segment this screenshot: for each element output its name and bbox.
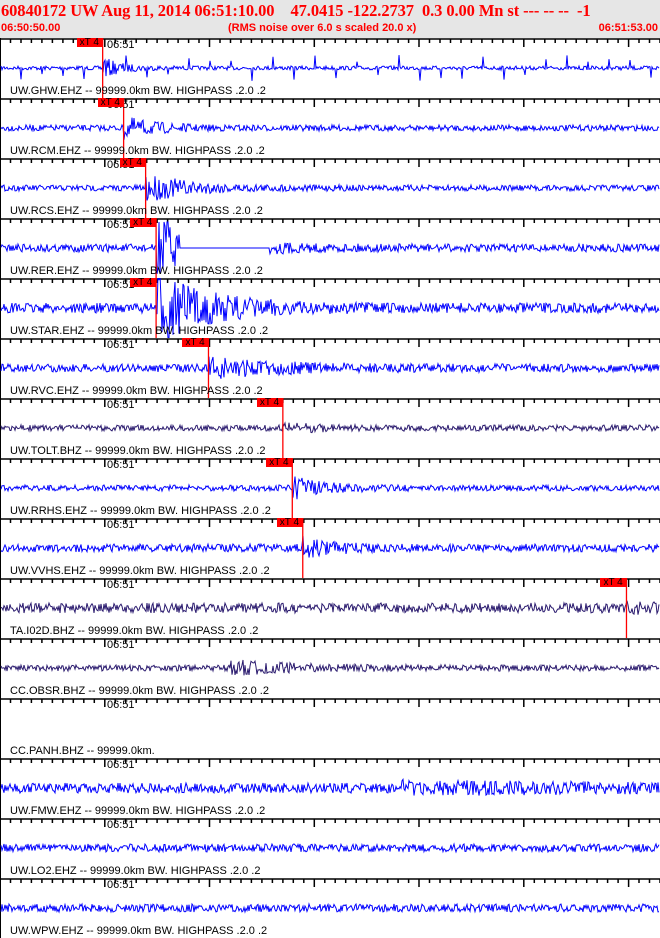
trace-panel: 06:51 UW.STAR.EHZ -- 99999.0km BW. HIGHPA… <box>0 278 660 338</box>
time-axis-ticks <box>0 158 660 167</box>
time-axis-ticks <box>0 578 660 587</box>
waveform-trace <box>0 842 660 854</box>
trace-panel: 06:51UW.RCS.EHZ -- 99999.0km BW. HIGHPAS… <box>0 158 660 218</box>
minute-label: 06:51 <box>107 579 135 591</box>
seismogram-panels: 06:51 UW.GHW.EHZ -- 99999.0km BW. HIGHPAS… <box>0 38 660 938</box>
pick-marker[interactable]: xT 4 <box>119 158 146 168</box>
channel-label: UW.TOLT.BHZ -- 99999.0km BW. HIGHPASS .2… <box>10 445 266 457</box>
minute-label: 06:51 <box>107 699 135 711</box>
trace-panel: 06:51 CC.OBSR.BHZ -- 99999.0km BW. HIGHPA… <box>0 638 660 698</box>
channel-label: UW.RER.EHZ -- 99999.0km BW. HIGHPASS .2.… <box>10 265 263 277</box>
pick-marker[interactable]: xT 4 <box>276 518 303 528</box>
pick-marker[interactable]: xT 4 <box>182 338 209 348</box>
trace-panel: 06:51 UW.RRHS.EHZ -- 99999.0km BW. HIGHPA… <box>0 458 660 518</box>
channel-label: UW.RVC.EHZ -- 99999.0km BW. HIGHPASS .2.… <box>10 385 263 397</box>
time-axis-ticks <box>0 818 660 827</box>
trace-panel: 06:51 CC.PANH.BHZ -- 99999.0km. <box>0 698 660 758</box>
waveform-trace <box>0 778 660 797</box>
start-time: 06:50:50.00 <box>1 22 61 34</box>
pick-marker[interactable]: xT 4 <box>256 398 283 408</box>
minute-label: 06:51 <box>107 639 135 651</box>
trace-panel: 06:51 UW.VVHS.EHZ -- 99999.0km BW. HIGHPA… <box>0 518 660 578</box>
time-axis-ticks <box>0 398 660 407</box>
waveform-trace <box>0 600 660 616</box>
waveform-trace <box>0 476 660 500</box>
channel-label: UW.FMW.EHZ -- 99999.0km BW. HIGHPASS .2.… <box>10 805 266 817</box>
channel-label: UW.WPW.EHZ -- 99999.0km BW. HIGHPASS .2.… <box>10 925 268 937</box>
channel-label: UW.LO2.EHZ -- 99999.0km BW. HIGHPASS .2.… <box>10 865 261 877</box>
waveform-trace <box>0 117 660 140</box>
waveform-trace <box>0 176 660 201</box>
channel-label: CC.OBSR.BHZ -- 99999.0km BW. HIGHPASS .2… <box>10 685 269 697</box>
channel-label: UW.RCM.EHZ -- 99999.0km BW. HIGHPASS .2.… <box>10 145 265 157</box>
channel-label: UW.RCS.EHZ -- 99999.0km BW. HIGHPASS .2.… <box>10 205 263 217</box>
waveform-trace <box>0 356 660 379</box>
channel-label: TA.I02D.BHZ -- 99999.0km BW. HIGHPASS .2… <box>10 625 259 637</box>
time-axis-ticks <box>0 338 660 347</box>
end-time: 06:51:53.00 <box>598 22 658 34</box>
time-axis-ticks <box>0 698 660 707</box>
time-axis-ticks <box>0 758 660 767</box>
event-summary: 60840172 UW Aug 11, 2014 06:51:10.00 47.… <box>1 1 591 20</box>
trace-panel: 06:51 UW.LO2.EHZ -- 99999.0km BW. HIGHPAS… <box>0 818 660 878</box>
event-header: 60840172 UW Aug 11, 2014 06:51:10.00 47.… <box>0 0 660 38</box>
pick-marker[interactable]: xT 4 <box>76 38 103 48</box>
scaling-note: (RMS noise over 6.0 s scaled 20.0 x) <box>228 22 417 34</box>
minute-label: 06:51 <box>107 879 135 891</box>
time-axis-ticks <box>0 518 660 527</box>
time-axis-ticks <box>0 878 660 887</box>
channel-label: UW.RRHS.EHZ -- 99999.0km BW. HIGHPASS .2… <box>10 505 271 517</box>
pick-marker[interactable]: xT 4 <box>130 218 157 228</box>
time-axis-ticks <box>0 458 660 467</box>
minute-label: 06:51 <box>107 819 135 831</box>
pick-marker[interactable]: xT 4 <box>266 458 293 468</box>
minute-label: 06:51 <box>107 519 135 531</box>
time-axis-ticks <box>0 218 660 227</box>
minute-label: 06:51 <box>107 399 135 411</box>
minute-label: 06:51 <box>107 459 135 471</box>
minute-label: 06:51 <box>107 759 135 771</box>
trace-panel: 06:51 UW.GHW.EHZ -- 99999.0km BW. HIGHPAS… <box>0 38 660 98</box>
trace-panel: 06:51UW.RCM.EHZ -- 99999.0km BW. HIGHPAS… <box>0 98 660 158</box>
channel-label: CC.PANH.BHZ -- 99999.0km. <box>10 745 155 757</box>
waveform-trace <box>0 535 660 558</box>
pick-marker[interactable]: xT 4 <box>130 278 157 288</box>
pick-marker[interactable]: xT 4 <box>97 98 124 108</box>
minute-label: 06:51 <box>107 39 135 51</box>
pick-marker[interactable]: xT 4 <box>600 578 627 588</box>
trace-panel: 06:51 UW.RER.EHZ -- 99999.0km BW. HIGHPAS… <box>0 218 660 278</box>
trace-panel: 06:51 UW.FMW.EHZ -- 99999.0km BW. HIGHPAS… <box>0 758 660 818</box>
time-axis-ticks <box>0 278 660 287</box>
trace-panel: 06:51 TA.I02D.BHZ -- 99999.0km BW. HIGHPA… <box>0 578 660 638</box>
waveform-trace <box>0 421 660 434</box>
trace-panel: 06:51 UW.RVC.EHZ -- 99999.0km BW. HIGHPAS… <box>0 338 660 398</box>
waveform-trace <box>0 55 660 81</box>
channel-label: UW.GHW.EHZ -- 99999.0km BW. HIGHPASS .2.… <box>10 85 266 97</box>
time-axis-ticks <box>0 638 660 647</box>
channel-label: UW.STAR.EHZ -- 99999.0km BW. HIGHPASS .2… <box>10 325 269 337</box>
trace-panel: 06:51 UW.WPW.EHZ -- 99999.0km BW. HIGHPAS… <box>0 878 660 938</box>
trace-panel: 06:51 UW.TOLT.BHZ -- 99999.0km BW. HIGHPA… <box>0 398 660 458</box>
minute-label: 06:51 <box>107 339 135 351</box>
waveform-trace <box>0 659 660 676</box>
waveform-trace <box>0 902 660 914</box>
channel-label: UW.VVHS.EHZ -- 99999.0km BW. HIGHPASS .2… <box>10 565 270 577</box>
